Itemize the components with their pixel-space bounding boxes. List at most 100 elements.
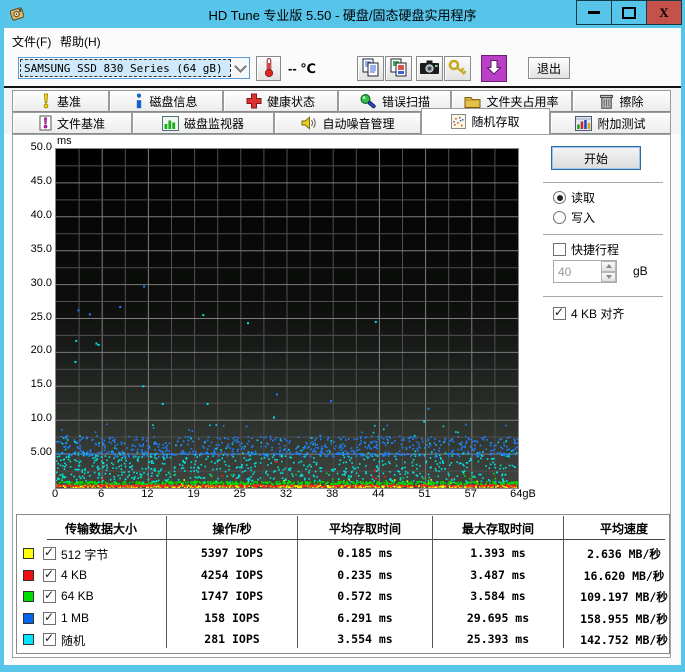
short-stroke-row[interactable]: 快捷行程 bbox=[553, 241, 619, 258]
align-4kb-checkbox[interactable] bbox=[553, 307, 566, 320]
tab-aam[interactable]: 自动噪音管理 bbox=[274, 112, 421, 134]
series-label: 1 MB bbox=[61, 611, 89, 625]
access-time-scatter-chart bbox=[55, 148, 519, 489]
save-button[interactable] bbox=[481, 55, 507, 82]
table-cell-ops: 281 IOPS bbox=[162, 632, 302, 646]
read-radio[interactable] bbox=[553, 191, 566, 204]
spinner-up-button[interactable] bbox=[601, 261, 616, 272]
tab-erase[interactable]: 擦除 bbox=[572, 90, 671, 112]
tab-label: 基准 bbox=[57, 93, 81, 110]
results-table: 传输数据大小操作/秒平均存取时间最大存取时间平均速度512 字节5397 IOP… bbox=[16, 514, 670, 654]
tab-label: 健康状态 bbox=[267, 93, 315, 110]
tab-label: 擦除 bbox=[619, 93, 643, 110]
tab-health[interactable]: 健康状态 bbox=[223, 90, 338, 112]
minimize-icon bbox=[588, 11, 600, 14]
thermometer-icon bbox=[260, 57, 278, 81]
x-tick-label: 44 bbox=[358, 488, 398, 500]
series-label: 512 字节 bbox=[61, 546, 108, 563]
table-cell-avg_access: 3.554 ms bbox=[295, 632, 435, 646]
menu-item-help[interactable]: 帮助(H) bbox=[56, 32, 105, 51]
erase-icon bbox=[599, 93, 614, 109]
series-checkbox[interactable] bbox=[43, 547, 56, 560]
tab-file-benchmark[interactable]: 文件基准 bbox=[12, 112, 132, 134]
tab-extra-tests[interactable]: 附加测试 bbox=[550, 112, 671, 134]
table-header: 传输数据大小 bbox=[31, 520, 171, 537]
copy-image-button[interactable] bbox=[385, 56, 412, 81]
y-tick-label: 5.00 bbox=[12, 446, 52, 458]
write-radio[interactable] bbox=[553, 211, 566, 224]
tab-label: 磁盘监视器 bbox=[184, 115, 244, 132]
short-stroke-checkbox[interactable] bbox=[553, 243, 566, 256]
close-icon: X bbox=[659, 5, 668, 21]
minimize-button[interactable] bbox=[576, 0, 612, 25]
table-header: 最大存取时间 bbox=[428, 520, 568, 537]
folder-usage-icon bbox=[464, 94, 481, 109]
drive-select-dropdown-button[interactable] bbox=[232, 58, 249, 78]
align-row[interactable]: 4 KB 对齐 bbox=[553, 305, 624, 322]
camera-icon bbox=[419, 59, 440, 79]
tab-benchmark[interactable]: 基准 bbox=[12, 90, 109, 112]
x-tick-label: 0 bbox=[35, 488, 75, 500]
series-checkbox[interactable] bbox=[43, 633, 56, 646]
tab-label: 文件基准 bbox=[57, 115, 105, 132]
close-button[interactable]: X bbox=[646, 0, 682, 25]
table-cell-max_access: 29.695 ms bbox=[428, 611, 568, 625]
arrow-down-icon bbox=[606, 275, 612, 279]
exit-button[interactable]: 退出 bbox=[528, 57, 570, 79]
window-content: 文件(F)帮助(H) SAMSUNG SSD 830 Series (64 gB… bbox=[4, 28, 681, 665]
read-radio-row[interactable]: 读取 bbox=[553, 189, 595, 206]
random-access-icon bbox=[451, 114, 466, 129]
capacity-spinner[interactable]: 40 bbox=[553, 260, 617, 283]
options-button[interactable] bbox=[444, 56, 471, 81]
y-tick-label: 25.0 bbox=[12, 311, 52, 323]
chevron-down-icon bbox=[234, 60, 247, 73]
series-checkbox[interactable] bbox=[43, 590, 56, 603]
x-tick-label: 19 bbox=[174, 488, 214, 500]
arrow-up-icon bbox=[606, 264, 612, 268]
file-benchmark-icon bbox=[39, 115, 52, 131]
table-row: 4 KB4254 IOPS0.235 ms3.487 ms16.620 MB/秒 bbox=[17, 566, 669, 587]
copy-text-button[interactable] bbox=[357, 56, 384, 81]
screenshot-button[interactable] bbox=[416, 56, 443, 81]
tab-label: 磁盘信息 bbox=[149, 93, 197, 110]
tab-disk-monitor[interactable]: 磁盘监视器 bbox=[132, 112, 274, 134]
options-icon bbox=[447, 58, 468, 80]
maximize-button[interactable] bbox=[611, 0, 647, 25]
x-tick-label: 6 bbox=[81, 488, 121, 500]
x-tick-label: 25 bbox=[220, 488, 260, 500]
table-cell-avg_access: 0.572 ms bbox=[295, 589, 435, 603]
table-cell-max_access: 25.393 ms bbox=[428, 632, 568, 646]
y-tick-label: 45.0 bbox=[12, 175, 52, 187]
temperature-button[interactable] bbox=[256, 56, 281, 81]
series-checkbox[interactable] bbox=[43, 569, 56, 582]
table-cell-avg_access: 0.235 ms bbox=[295, 568, 435, 582]
table-row: 512 字节5397 IOPS0.185 ms1.393 ms2.636 MB/… bbox=[17, 544, 669, 565]
tab-label: 错误扫描 bbox=[382, 93, 430, 110]
read-label: 读取 bbox=[571, 189, 595, 206]
table-cell-avg_speed: 158.955 MB/秒 bbox=[554, 611, 685, 627]
spinner-down-button[interactable] bbox=[601, 272, 616, 283]
header-underline bbox=[47, 539, 665, 540]
y-tick-label: 50.0 bbox=[12, 141, 52, 153]
table-cell-avg_speed: 109.197 MB/秒 bbox=[554, 589, 685, 605]
write-radio-row[interactable]: 写入 bbox=[553, 209, 595, 226]
menu-item-file[interactable]: 文件(F) bbox=[8, 32, 55, 51]
temperature-readout: -- ℃ bbox=[288, 61, 316, 77]
tab-random-access[interactable]: 随机存取 bbox=[421, 108, 550, 134]
x-tick-label: 51 bbox=[405, 488, 445, 500]
disk-monitor-icon bbox=[162, 116, 179, 131]
table-cell-avg_speed: 142.752 MB/秒 bbox=[554, 632, 685, 648]
drive-select[interactable]: SAMSUNG SSD 830 Series (64 gB) bbox=[18, 57, 250, 79]
capacity-value[interactable]: 40 bbox=[554, 261, 601, 282]
tab-disk-info[interactable]: 磁盘信息 bbox=[109, 90, 223, 112]
y-tick-label: 30.0 bbox=[12, 277, 52, 289]
series-label: 随机 bbox=[61, 632, 85, 649]
tab-label: 自动噪音管理 bbox=[322, 115, 394, 132]
tab-label: 附加测试 bbox=[597, 115, 645, 132]
table-cell-avg_speed: 2.636 MB/秒 bbox=[554, 546, 685, 562]
series-checkbox[interactable] bbox=[43, 612, 56, 625]
start-button[interactable]: 开始 bbox=[551, 146, 641, 170]
write-label: 写入 bbox=[571, 209, 595, 226]
series-color-swatch bbox=[23, 591, 34, 602]
table-cell-ops: 4254 IOPS bbox=[162, 568, 302, 582]
